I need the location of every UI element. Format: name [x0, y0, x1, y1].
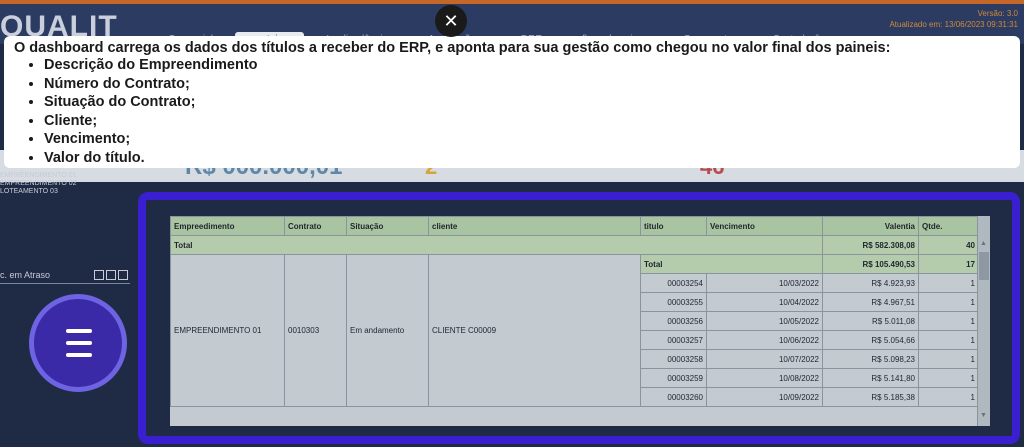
sidebar-list: EMPREENDIMENTO 01 EMPREENDIMENTO 02 LOTE… [0, 172, 77, 196]
updated-label: Atualizado em: 13/06/2023 09:31:31 [889, 20, 1018, 29]
cell-valor: R$ 5.054,66 [822, 330, 919, 350]
cell-valor: R$ 5.011,08 [822, 311, 919, 331]
version-info: Versão: 3.0 Atualizado em: 13/06/2023 09… [889, 8, 1018, 30]
info-tooltip: O dashboard carrega os dados dos títulos… [4, 36, 1020, 168]
list-item: Número do Contrato; [44, 75, 1010, 94]
tooltip-list: Descrição do Empreendimento Número do Co… [14, 56, 1010, 167]
cell-qtde: 1 [918, 330, 979, 350]
list-item: Situação do Contrato; [44, 93, 1010, 112]
search-icon[interactable] [94, 270, 104, 280]
cell-cliente: CLIENTE C00009 [428, 254, 641, 407]
hamburger-icon [66, 353, 92, 357]
cell-titulo: 00003254 [640, 273, 707, 293]
total-label: Total [170, 235, 823, 255]
cell-valor: R$ 5.185,38 [822, 387, 919, 407]
cell-vencimento: 10/03/2022 [706, 273, 823, 293]
cell-qtde: 1 [918, 292, 979, 312]
col-qtde[interactable]: Qtde. [918, 216, 979, 236]
panel-title: c. em Atraso [0, 270, 51, 280]
export-icon[interactable] [106, 270, 116, 280]
col-empreendimento[interactable]: Empreedimento [170, 216, 285, 236]
subtotal-label: Total [640, 254, 823, 274]
hamburger-icon [66, 329, 92, 333]
list-item: Vencimento; [44, 130, 1010, 149]
cell-valor: R$ 4.923,93 [822, 273, 919, 293]
cell-valor: R$ 5.098,23 [822, 349, 919, 369]
cell-vencimento: 10/08/2022 [706, 368, 823, 388]
total-value: R$ 582.308,08 [822, 235, 919, 255]
col-titulo[interactable]: titulo [640, 216, 707, 236]
scroll-down-icon[interactable]: ▼ [980, 412, 987, 419]
table-row: EMPREENDIMENTO 01 0010303 Em andamento C… [170, 254, 979, 407]
table-header-row: Empreedimento Contrato Situação cliente … [170, 216, 979, 236]
sidebar-item[interactable]: EMPREENDIMENTO 01 [0, 172, 77, 180]
cell-vencimento: 10/04/2022 [706, 292, 823, 312]
cell-qtde: 1 [918, 273, 979, 293]
cell-titulo: 00003258 [640, 349, 707, 369]
cell-vencimento: 10/05/2022 [706, 311, 823, 331]
cell-titulo: 00003259 [640, 368, 707, 388]
titles-table: Empreedimento Contrato Situação cliente … [170, 216, 990, 426]
cell-titulo: 00003255 [640, 292, 707, 312]
scroll-up-icon[interactable]: ▲ [980, 240, 987, 247]
cell-titulo: 00003260 [640, 387, 707, 407]
cell-vencimento: 10/09/2022 [706, 387, 823, 407]
hamburger-icon [66, 341, 92, 345]
menu-button[interactable] [29, 294, 127, 392]
panel-icons [94, 270, 128, 280]
col-vencimento[interactable]: Vencimento [706, 216, 823, 236]
cell-vencimento: 10/07/2022 [706, 349, 823, 369]
close-tooltip-button[interactable]: ✕ [435, 5, 467, 37]
subtotal-qty: 17 [918, 254, 979, 274]
cell-empreendimento: EMPREENDIMENTO 01 [170, 254, 285, 407]
scrollbar-thumb[interactable] [979, 252, 989, 280]
cell-titulo: 00003257 [640, 330, 707, 350]
table-scrollbar[interactable]: ▲ ▼ [977, 216, 990, 426]
list-item: Descrição do Empreendimento [44, 56, 1010, 75]
subtotal-value: R$ 105.490,53 [822, 254, 919, 274]
col-situacao[interactable]: Situação [346, 216, 429, 236]
cell-contrato: 0010303 [284, 254, 347, 407]
tooltip-intro: O dashboard carrega os dados dos títulos… [14, 40, 891, 56]
cell-qtde: 1 [918, 368, 979, 388]
cell-qtde: 1 [918, 349, 979, 369]
close-icon: ✕ [443, 11, 459, 31]
table-total-row: Total R$ 582.308,08 40 [170, 235, 979, 255]
cell-qtde: 1 [918, 387, 979, 407]
list-item: Valor do título. [44, 149, 1010, 168]
cell-valor: R$ 4.967,51 [822, 292, 919, 312]
col-contrato[interactable]: Contrato [284, 216, 347, 236]
cell-valor: R$ 5.141,80 [822, 368, 919, 388]
sidebar-item[interactable]: LOTEAMENTO 03 [0, 188, 77, 196]
cell-qtde: 1 [918, 311, 979, 331]
version-label: Versão: 3.0 [977, 9, 1018, 18]
list-item: Cliente; [44, 112, 1010, 131]
col-cliente[interactable]: cliente [428, 216, 641, 236]
sidebar-panel-header: c. em Atraso [0, 270, 130, 284]
cell-titulo: 00003256 [640, 311, 707, 331]
maximize-icon[interactable] [118, 270, 128, 280]
cell-vencimento: 10/06/2022 [706, 330, 823, 350]
total-qty: 40 [918, 235, 979, 255]
sidebar-item[interactable]: EMPREENDIMENTO 02 [0, 180, 77, 188]
col-valentia[interactable]: Valentia [822, 216, 919, 236]
cell-situacao: Em andamento [346, 254, 429, 407]
